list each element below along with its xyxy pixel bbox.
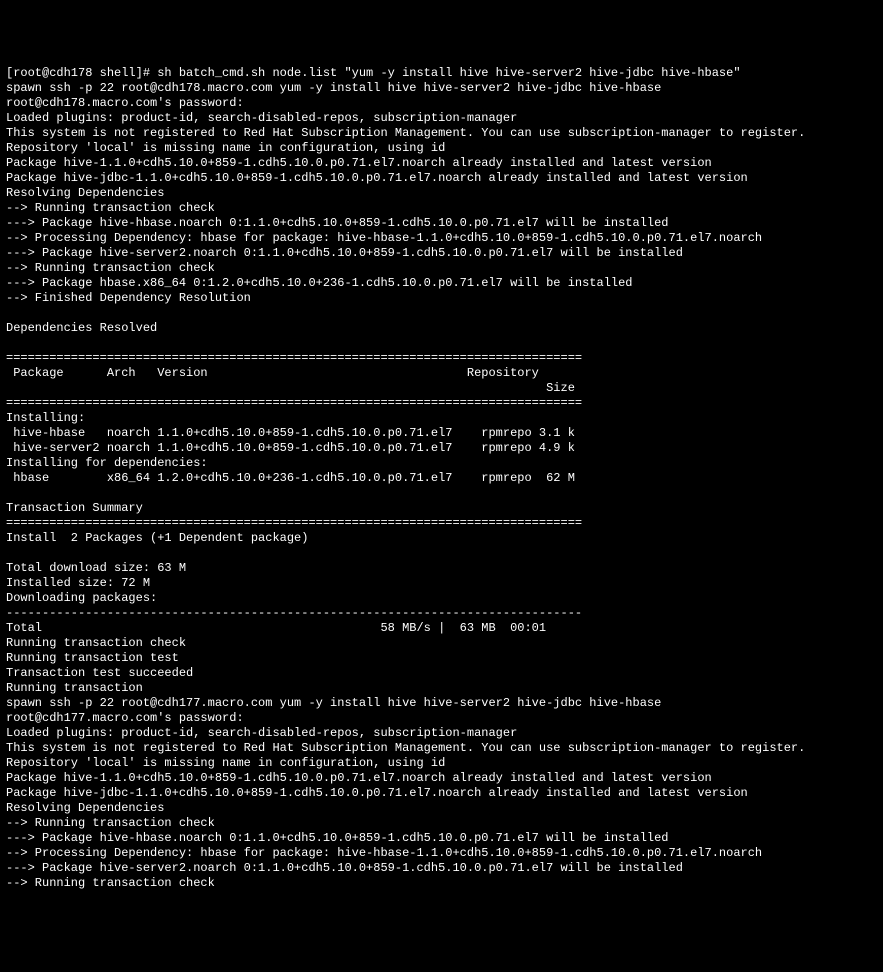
terminal-line: ---> Package hive-server2.noarch 0:1.1.0… bbox=[6, 861, 683, 875]
terminal-line: root@cdh178.macro.com's password: bbox=[6, 96, 244, 110]
terminal-prompt-line: [root@cdh178 shell]# sh batch_cmd.sh nod… bbox=[6, 66, 741, 80]
terminal-line: This system is not registered to Red Hat… bbox=[6, 741, 805, 755]
terminal-line: ========================================… bbox=[6, 396, 582, 410]
terminal-line: Running transaction check bbox=[6, 636, 186, 650]
terminal-line: --> Running transaction check bbox=[6, 876, 215, 890]
terminal-line: --> Processing Dependency: hbase for pac… bbox=[6, 846, 762, 860]
terminal-line: root@cdh177.macro.com's password: bbox=[6, 711, 244, 725]
terminal-line: Installing: bbox=[6, 411, 85, 425]
terminal-line: Package hive-jdbc-1.1.0+cdh5.10.0+859-1.… bbox=[6, 171, 748, 185]
terminal-line: Size bbox=[6, 381, 575, 395]
terminal-line: --> Running transaction check bbox=[6, 261, 215, 275]
terminal-line: Loaded plugins: product-id, search-disab… bbox=[6, 726, 517, 740]
terminal-line: hbase x86_64 1.2.0+cdh5.10.0+236-1.cdh5.… bbox=[6, 471, 575, 485]
terminal-line: ---> Package hive-hbase.noarch 0:1.1.0+c… bbox=[6, 831, 669, 845]
terminal-line: ----------------------------------------… bbox=[6, 606, 582, 620]
terminal-output: [root@cdh178 shell]# sh batch_cmd.sh nod… bbox=[6, 66, 877, 891]
terminal-line: hive-server2 noarch 1.1.0+cdh5.10.0+859-… bbox=[6, 441, 575, 455]
terminal-line: --> Processing Dependency: hbase for pac… bbox=[6, 231, 762, 245]
terminal-line: Transaction test succeeded bbox=[6, 666, 193, 680]
terminal-line: Loaded plugins: product-id, search-disab… bbox=[6, 111, 517, 125]
terminal-line: --> Running transaction check bbox=[6, 201, 215, 215]
terminal-line: Dependencies Resolved bbox=[6, 321, 157, 335]
terminal-line: This system is not registered to Red Hat… bbox=[6, 126, 805, 140]
terminal-line: Total 58 MB/s | 63 MB 00:01 bbox=[6, 621, 546, 635]
terminal-line: spawn ssh -p 22 root@cdh177.macro.com yu… bbox=[6, 696, 661, 710]
terminal-line: ========================================… bbox=[6, 351, 582, 365]
terminal-line: Package hive-1.1.0+cdh5.10.0+859-1.cdh5.… bbox=[6, 771, 712, 785]
terminal-line: Running transaction bbox=[6, 681, 143, 695]
terminal-line: Install 2 Packages (+1 Dependent package… bbox=[6, 531, 308, 545]
terminal-line: Installed size: 72 M bbox=[6, 576, 150, 590]
terminal-line: Downloading packages: bbox=[6, 591, 157, 605]
terminal-line: ---> Package hbase.x86_64 0:1.2.0+cdh5.1… bbox=[6, 276, 633, 290]
terminal-line: Package hive-1.1.0+cdh5.10.0+859-1.cdh5.… bbox=[6, 156, 712, 170]
terminal-line: Transaction Summary bbox=[6, 501, 143, 515]
terminal-line: Repository 'local' is missing name in co… bbox=[6, 141, 445, 155]
terminal-line: ---> Package hive-hbase.noarch 0:1.1.0+c… bbox=[6, 216, 669, 230]
terminal-line: Repository 'local' is missing name in co… bbox=[6, 756, 445, 770]
terminal-line: --> Running transaction check bbox=[6, 816, 215, 830]
terminal-line: spawn ssh -p 22 root@cdh178.macro.com yu… bbox=[6, 81, 661, 95]
terminal-line: Running transaction test bbox=[6, 651, 179, 665]
terminal-line: Resolving Dependencies bbox=[6, 186, 164, 200]
terminal-line: hive-hbase noarch 1.1.0+cdh5.10.0+859-1.… bbox=[6, 426, 575, 440]
terminal-line: Package hive-jdbc-1.1.0+cdh5.10.0+859-1.… bbox=[6, 786, 748, 800]
terminal-line: Installing for dependencies: bbox=[6, 456, 208, 470]
terminal-line: Package Arch Version Repository bbox=[6, 366, 539, 380]
terminal-line: --> Finished Dependency Resolution bbox=[6, 291, 251, 305]
terminal-line: ========================================… bbox=[6, 516, 582, 530]
terminal-line: Resolving Dependencies bbox=[6, 801, 164, 815]
terminal-line: ---> Package hive-server2.noarch 0:1.1.0… bbox=[6, 246, 683, 260]
terminal-line: Total download size: 63 M bbox=[6, 561, 186, 575]
